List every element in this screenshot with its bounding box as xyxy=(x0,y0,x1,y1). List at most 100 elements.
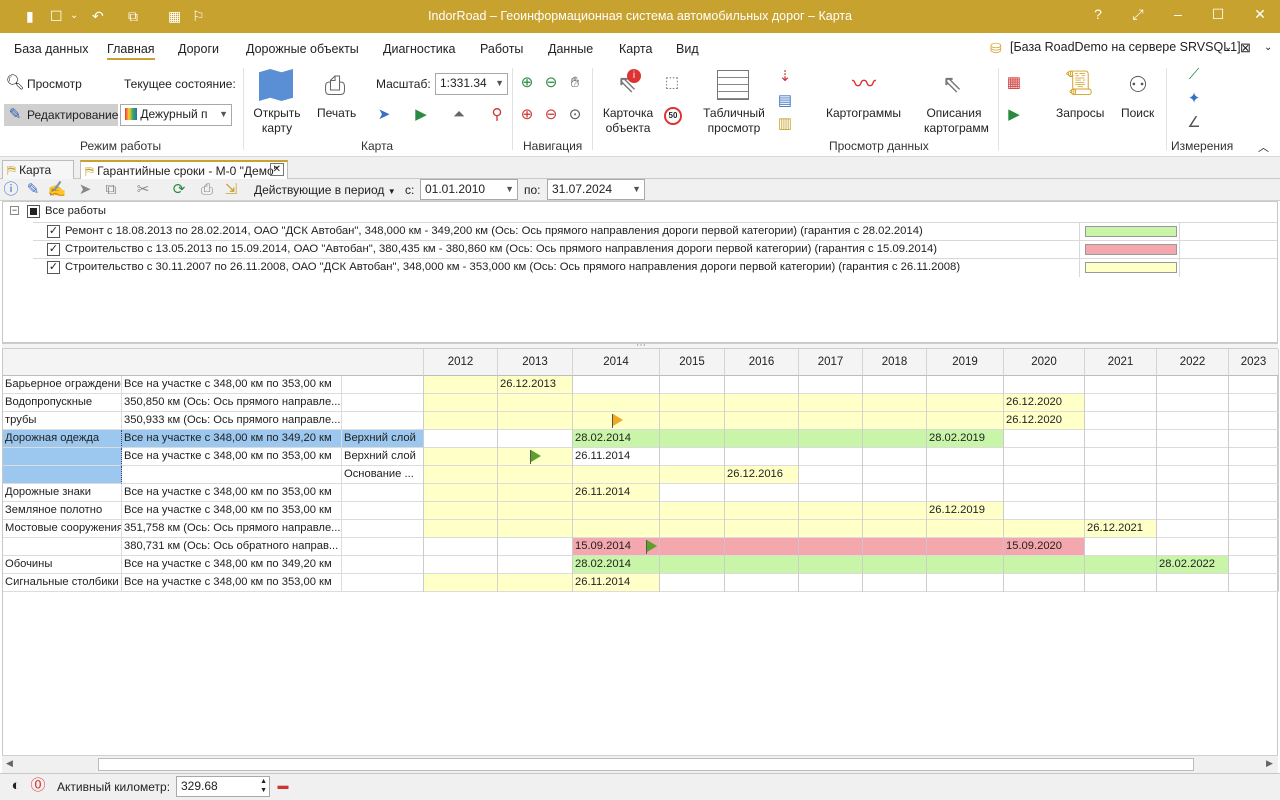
view-mode-button[interactable]: Просмотр xyxy=(27,77,82,92)
row-layer[interactable] xyxy=(342,538,424,556)
help-icon[interactable]: ? xyxy=(1088,6,1108,22)
year-header[interactable]: 2014 xyxy=(573,349,660,376)
year-cell[interactable] xyxy=(725,574,799,592)
row-layer[interactable] xyxy=(342,520,424,538)
chevron-down-icon[interactable]: ⌄ xyxy=(1224,42,1232,53)
year-header[interactable]: 2022 xyxy=(1157,349,1229,376)
year-cell[interactable] xyxy=(863,574,927,592)
year-cell[interactable] xyxy=(1229,466,1279,484)
year-cell[interactable] xyxy=(1004,448,1085,466)
menu-view[interactable]: Вид xyxy=(676,42,699,56)
row-category[interactable]: Водопропускные xyxy=(3,394,122,412)
current-state-select[interactable]: Дежурный п ▼ xyxy=(120,104,232,126)
year-cell[interactable] xyxy=(1157,376,1229,394)
year-cell[interactable] xyxy=(927,484,1004,502)
filter-icon[interactable]: ⏶ xyxy=(451,107,467,123)
row-category[interactable]: трубы xyxy=(3,412,122,430)
print-icon[interactable]: ⎙ xyxy=(200,182,214,198)
year-cell[interactable] xyxy=(1229,412,1279,430)
zoom-prev-icon[interactable]: ⊕ xyxy=(519,107,535,123)
tree-item[interactable]: ✓ Строительство с 30.11.2007 по 26.11.200… xyxy=(33,258,1277,277)
year-cell[interactable] xyxy=(660,376,725,394)
measure-area-icon[interactable]: ✦ xyxy=(1186,91,1202,107)
menu-data[interactable]: Данные xyxy=(548,42,593,56)
row-layer[interactable] xyxy=(342,502,424,520)
year-header[interactable]: 2020 xyxy=(1004,349,1085,376)
tree-item[interactable]: ✓ Строительство с 13.05.2013 по 15.09.201… xyxy=(33,240,1277,259)
year-cell[interactable] xyxy=(1004,430,1085,448)
row-layer[interactable] xyxy=(342,556,424,574)
year-header[interactable]: 2015 xyxy=(660,349,725,376)
year-cell[interactable] xyxy=(927,574,1004,592)
year-cell[interactable] xyxy=(1229,376,1279,394)
row-layer[interactable] xyxy=(342,574,424,592)
year-cell[interactable] xyxy=(498,538,573,556)
year-cell[interactable] xyxy=(1229,538,1279,556)
year-cell[interactable] xyxy=(1229,556,1279,574)
flag-icon[interactable] xyxy=(647,540,657,552)
edit-icon[interactable]: ✎ xyxy=(26,182,40,198)
warranty-bar[interactable] xyxy=(424,448,573,466)
speed-icon[interactable]: ⓪ xyxy=(30,778,46,794)
collapse-icon[interactable]: − xyxy=(10,206,19,215)
scroll-left-icon[interactable]: ◀ xyxy=(6,758,13,769)
warranty-bar[interactable] xyxy=(424,412,1085,430)
chevron-down-icon[interactable]: ⌄ xyxy=(1264,42,1272,53)
year-cell[interactable] xyxy=(1085,376,1157,394)
scroll-thumb[interactable] xyxy=(98,758,1194,771)
zoom-in-icon[interactable]: ⊕ xyxy=(519,75,535,91)
row-location[interactable]: 380,731 км (Ось: Ось обратного направ... xyxy=(122,538,342,556)
cursor-icon[interactable]: ➤ xyxy=(376,107,392,123)
object-card-button[interactable]: Карточка объекта xyxy=(601,106,655,136)
tree-item-checkbox[interactable]: ✓ xyxy=(47,261,60,274)
year-cell[interactable] xyxy=(1004,574,1085,592)
export-icon[interactable]: ⇲ xyxy=(224,182,238,198)
zoom-out-icon[interactable]: ⊖ xyxy=(543,75,559,91)
year-cell[interactable] xyxy=(1004,376,1085,394)
to-date-field[interactable]: 31.07.2024 ▼ xyxy=(547,179,645,200)
row-location[interactable] xyxy=(122,466,342,484)
year-cell[interactable] xyxy=(1157,574,1229,592)
year-cell[interactable] xyxy=(725,448,799,466)
close-button[interactable]: ✕ xyxy=(1250,6,1270,23)
year-cell[interactable] xyxy=(1085,502,1157,520)
row-category[interactable] xyxy=(3,448,122,466)
row-location[interactable]: Все на участке с 348,00 км по 353,00 км xyxy=(122,574,342,592)
tree-item-checkbox[interactable]: ✓ xyxy=(47,243,60,256)
year-cell[interactable] xyxy=(1085,574,1157,592)
year-cell[interactable] xyxy=(799,484,863,502)
year-cell[interactable] xyxy=(1085,412,1157,430)
km-marker-icon[interactable]: ▬ xyxy=(275,779,291,793)
row-category[interactable]: Земляное полотно xyxy=(3,502,122,520)
year-cell[interactable] xyxy=(927,448,1004,466)
year-cell[interactable] xyxy=(1085,430,1157,448)
row-location[interactable]: 350,933 км (Ось: Ось прямого направле... xyxy=(122,412,342,430)
year-cell[interactable] xyxy=(1157,448,1229,466)
warranty-bar[interactable] xyxy=(424,394,1085,412)
edit-mode-button[interactable]: ✎ Редактирование xyxy=(4,104,118,126)
tab-map[interactable]: ⛿ Карта xyxy=(2,160,74,179)
menu-main[interactable]: Главная xyxy=(107,42,155,60)
year-cell[interactable] xyxy=(863,466,927,484)
print-button[interactable]: Печать xyxy=(317,106,356,121)
row-category[interactable]: Обочины xyxy=(3,556,122,574)
zoom-next-icon[interactable]: ⊖ xyxy=(543,107,559,123)
year-cell[interactable] xyxy=(660,574,725,592)
contrast-icon[interactable]: ◐ xyxy=(8,778,24,794)
year-header[interactable]: 2018 xyxy=(863,349,927,376)
year-cell[interactable] xyxy=(1157,466,1229,484)
row-layer[interactable] xyxy=(342,484,424,502)
year-cell[interactable] xyxy=(660,484,725,502)
collapse-ribbon-icon[interactable]: ︿ xyxy=(1258,139,1269,155)
pin-icon[interactable]: ⚲ xyxy=(489,107,505,123)
year-cell[interactable] xyxy=(1157,502,1229,520)
row-layer[interactable] xyxy=(342,376,424,394)
row-location[interactable]: Все на участке с 348,00 км по 349,20 км xyxy=(122,556,342,574)
year-cell[interactable] xyxy=(1229,484,1279,502)
run-icon[interactable]: ▶ xyxy=(1006,107,1022,123)
year-cell[interactable] xyxy=(799,448,863,466)
tree-item[interactable]: ✓ Ремонт с 18.08.2013 по 28.02.2014, ОАО … xyxy=(33,222,1277,241)
year-cell[interactable] xyxy=(1157,520,1229,538)
root-checkbox[interactable] xyxy=(27,205,40,218)
cartogram-desc-button[interactable]: Описания картограмм xyxy=(924,106,989,136)
